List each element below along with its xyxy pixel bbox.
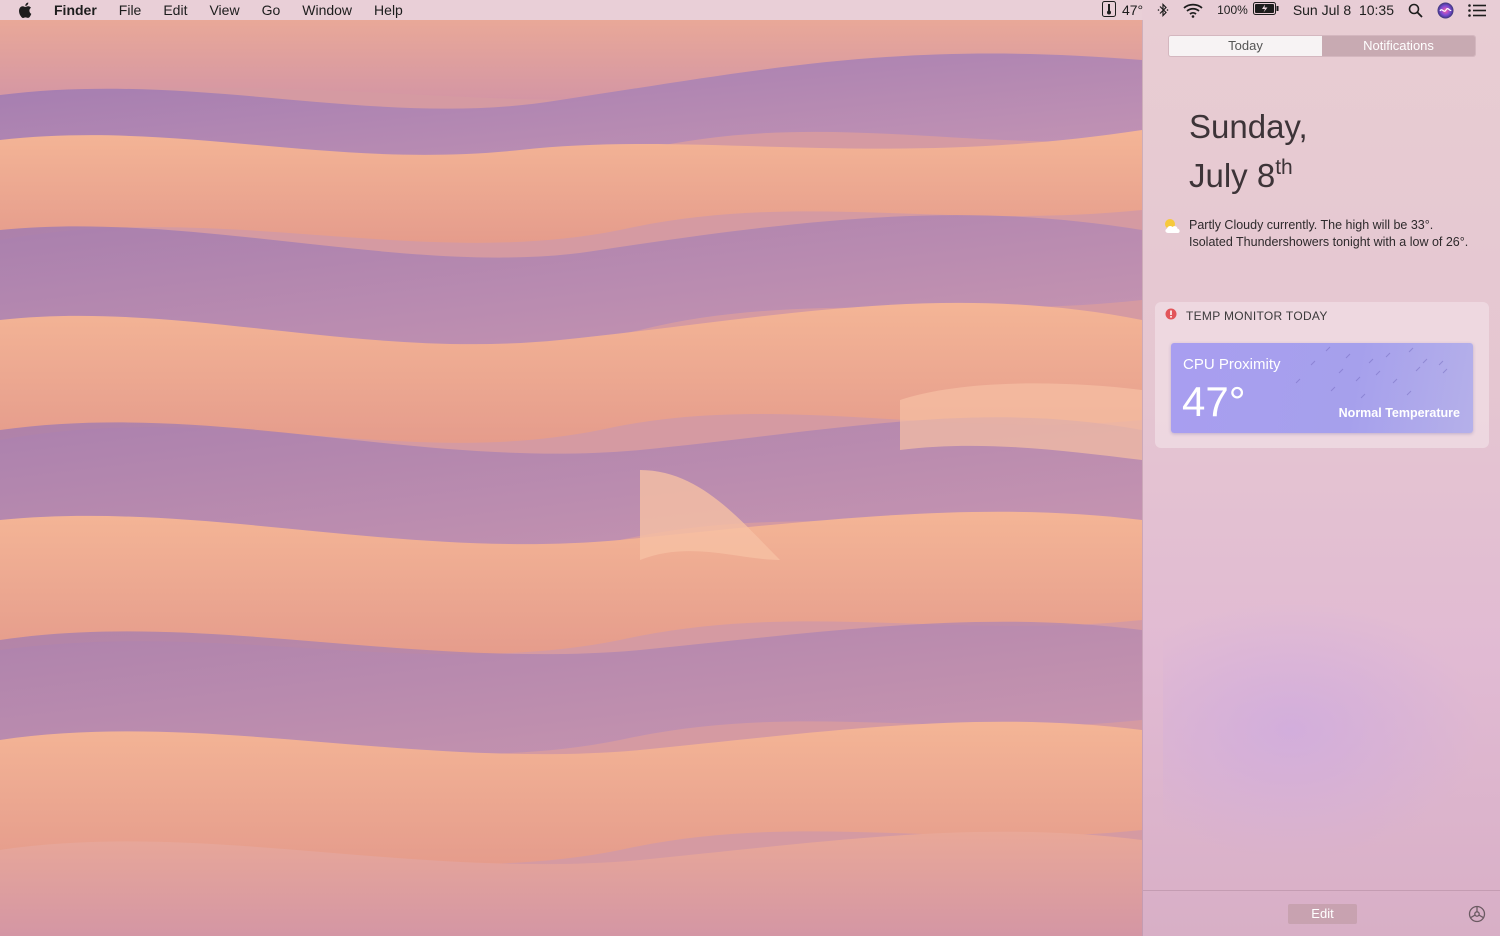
today-date: Sunday, July 8th	[1189, 106, 1308, 196]
date-weekday: Sunday,	[1189, 108, 1308, 145]
cpu-proximity-card[interactable]: CPU Proximity 47° Normal Temperature	[1171, 343, 1473, 433]
battery-icon	[1252, 2, 1279, 18]
menu-file[interactable]: File	[119, 0, 142, 20]
menu-bar: Finder File Edit View Go Window Help 47°	[0, 0, 1500, 20]
tab-notifications[interactable]: Notifications	[1322, 36, 1475, 56]
edit-widgets-button[interactable]: Edit	[1288, 904, 1357, 924]
cpu-temperature-status: Normal Temperature	[1338, 406, 1460, 420]
siri-icon[interactable]	[1437, 2, 1454, 19]
date-ordinal-suffix: th	[1275, 156, 1293, 179]
clock[interactable]: Sun Jul 8 10:35	[1293, 2, 1394, 18]
menu-help[interactable]: Help	[374, 0, 403, 20]
sand-dunes-image	[0, 0, 1142, 936]
menu-go[interactable]: Go	[262, 0, 281, 20]
status-area: 47° 100% Sun Jul 8 10:35	[1101, 0, 1500, 20]
battery-menu[interactable]: 100%	[1217, 2, 1279, 18]
menu-window[interactable]: Window	[302, 0, 352, 20]
widget-title: TEMP MONITOR TODAY	[1186, 308, 1328, 323]
tab-today[interactable]: Today	[1169, 36, 1322, 56]
menu-edit[interactable]: Edit	[163, 0, 187, 20]
wifi-icon[interactable]	[1183, 3, 1203, 18]
weather-summary: Partly Cloudy currently. The high will b…	[1189, 218, 1469, 249]
notification-center-panel: Today Notifications Sunday, July 8th Par…	[1142, 20, 1500, 936]
notification-center-icon[interactable]	[1468, 3, 1486, 17]
temp-monitor-app-icon	[1165, 308, 1177, 323]
apple-logo-icon[interactable]	[18, 1, 34, 19]
cpu-sensor-name: CPU Proximity	[1183, 356, 1281, 373]
date-month-day: July 8th	[1189, 147, 1308, 196]
temp-monitor-menu[interactable]: 47°	[1101, 0, 1144, 20]
cpu-temperature-value: 47°	[1182, 378, 1246, 425]
spotlight-search-icon[interactable]	[1408, 3, 1423, 18]
panel-background-glow	[1163, 600, 1483, 860]
widget-header: TEMP MONITOR TODAY	[1165, 308, 1328, 323]
temp-monitor-widget: TEMP MONITOR TODAY CPU Proximity 47° Nor	[1155, 302, 1489, 448]
temp-monitor-value: 47°	[1121, 2, 1144, 18]
desktop-wallpaper	[0, 0, 1142, 936]
bluetooth-icon[interactable]	[1157, 3, 1169, 17]
extensions-settings-icon[interactable]	[1468, 905, 1486, 928]
temp-monitor-icon	[1101, 0, 1116, 20]
date-month-day-text: July 8	[1189, 157, 1276, 194]
bottom-divider	[1143, 890, 1500, 891]
today-notifications-switch: Today Notifications	[1169, 36, 1475, 56]
partly-cloudy-icon	[1161, 216, 1185, 241]
menu-app-name[interactable]: Finder	[54, 0, 97, 20]
menu-view[interactable]: View	[209, 0, 239, 20]
battery-percent: 100%	[1217, 3, 1248, 17]
